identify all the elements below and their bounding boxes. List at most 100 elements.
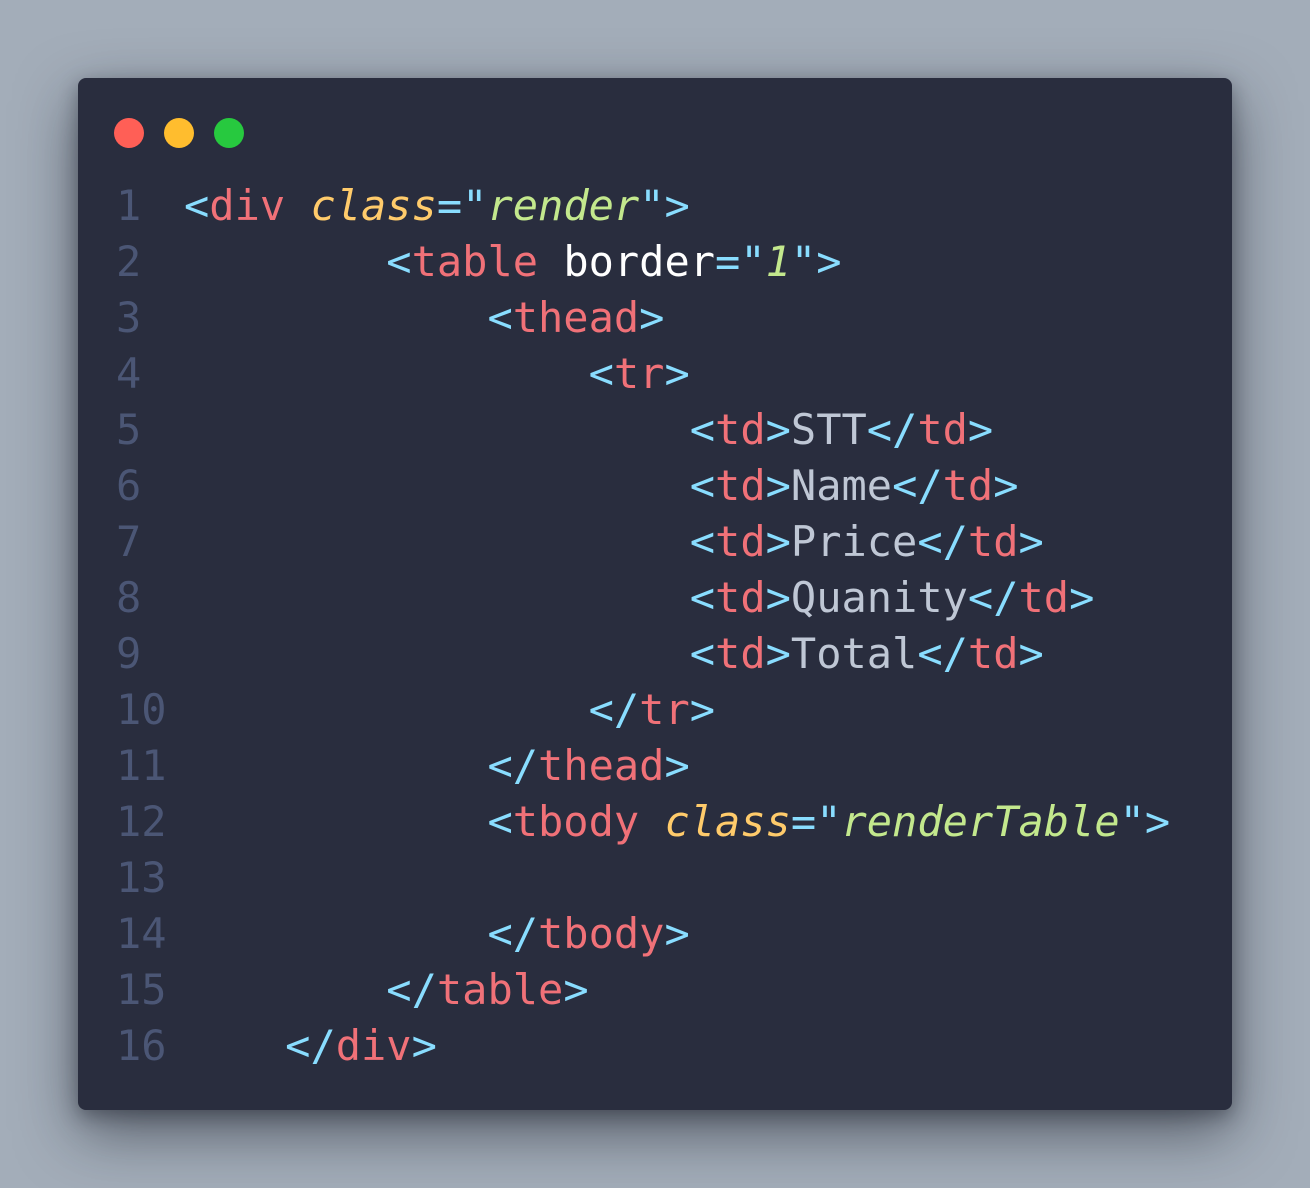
code-line: 13 (78, 850, 1232, 906)
code-token: < (689, 405, 716, 454)
line-content: <td>Price</td> (184, 514, 1044, 570)
code-token: tr (613, 349, 665, 398)
code-token: Total (790, 629, 918, 678)
line-content: </thead> (184, 738, 689, 794)
code-token: "> (790, 237, 842, 286)
code-token: < (487, 293, 513, 342)
code-token: class (664, 797, 791, 846)
code-token: </ (285, 1021, 336, 1070)
code-token: =" (790, 797, 842, 846)
code-token: td (715, 573, 766, 622)
code-line: 3 <thead> (78, 290, 1232, 346)
code-token: </ (917, 629, 968, 678)
line-content: <table border="1"> (184, 234, 842, 290)
code-token: < (184, 181, 210, 230)
code-token: Price (790, 517, 918, 566)
line-number: 15 (116, 965, 167, 1014)
line-number: 2 (116, 237, 142, 286)
code-token: thead (512, 293, 640, 342)
code-token: > (765, 573, 791, 622)
line-number: 9 (116, 629, 142, 678)
line-content: <td>Name</td> (184, 458, 1019, 514)
code-token: > (765, 405, 791, 454)
code-line: 2 <table border="1"> (78, 234, 1232, 290)
code-token: > (411, 1021, 437, 1070)
code-token: td (715, 461, 766, 510)
code-line: 9 <td>Total</td> (78, 626, 1232, 682)
code-token: "> (639, 181, 690, 230)
code-token: > (689, 685, 716, 734)
code-token: > (664, 909, 690, 958)
code-token: div (335, 1021, 412, 1070)
code-token: > (1018, 517, 1044, 566)
code-token: > (1069, 573, 1095, 622)
code-token: > (765, 517, 791, 566)
code-token: > (765, 461, 791, 510)
code-line: 15 </table> (78, 962, 1232, 1018)
code-line: 14 </tbody> (78, 906, 1232, 962)
line-content: </tbody> (184, 906, 690, 962)
line-number: 13 (116, 853, 167, 902)
code-token: tr (639, 685, 690, 734)
code-token: > (563, 965, 589, 1014)
code-token: < (386, 237, 412, 286)
code-token: td (715, 629, 766, 678)
code-token: < (487, 797, 513, 846)
line-content: <td>STT</td> (184, 402, 993, 458)
code-token: > (1018, 629, 1044, 678)
code-token: table (411, 237, 539, 286)
minimize-dot-icon[interactable] (164, 118, 194, 148)
code-token: </ (487, 909, 539, 958)
code-token: "> (1119, 797, 1171, 846)
code-token: > (967, 405, 994, 454)
line-number: 10 (116, 685, 167, 734)
code-token: > (664, 349, 690, 398)
code-token: render (487, 181, 640, 230)
code-token: class (310, 181, 437, 230)
maximize-dot-icon[interactable] (214, 118, 244, 148)
code-line: 11 </thead> (78, 738, 1232, 794)
code-line: 8 <td>Quanity</td> (78, 570, 1232, 626)
line-number: 4 (116, 349, 142, 398)
code-token: td (942, 461, 994, 510)
code-token: </ (588, 685, 640, 734)
code-line: 6 <td>Name</td> (78, 458, 1232, 514)
code-token: </ (386, 965, 437, 1014)
code-token: td (917, 405, 968, 454)
code-token: 1 (765, 237, 791, 286)
line-number: 11 (116, 741, 167, 790)
code-token: td (715, 517, 766, 566)
code-token: > (765, 629, 791, 678)
code-token: thead (538, 741, 665, 790)
code-token: td (1018, 573, 1070, 622)
code-token: < (689, 629, 716, 678)
code-token: td (715, 405, 766, 454)
code-line: 7 <td>Price</td> (78, 514, 1232, 570)
line-content: <thead> (184, 290, 664, 346)
code-line: 12 <tbody class="renderTable"> (78, 794, 1232, 850)
code-token: > (993, 461, 1019, 510)
line-content: </table> (184, 962, 589, 1018)
code-block: 1 <div class="render"> 2 <table border="1"… (78, 178, 1232, 1074)
code-token: < (689, 573, 716, 622)
code-token: < (689, 517, 716, 566)
line-number: 14 (116, 909, 167, 958)
line-content: <td>Total</td> (184, 626, 1044, 682)
code-token: Name (790, 461, 893, 510)
code-token: td (967, 629, 1019, 678)
line-content: <tbody class="renderTable"> (184, 794, 1170, 850)
close-dot-icon[interactable] (114, 118, 144, 148)
line-number: 8 (116, 573, 142, 622)
code-token: tbody (538, 909, 665, 958)
code-token: STT (790, 405, 867, 454)
line-content: </tr> (184, 682, 715, 738)
code-token: tbody (512, 797, 640, 846)
